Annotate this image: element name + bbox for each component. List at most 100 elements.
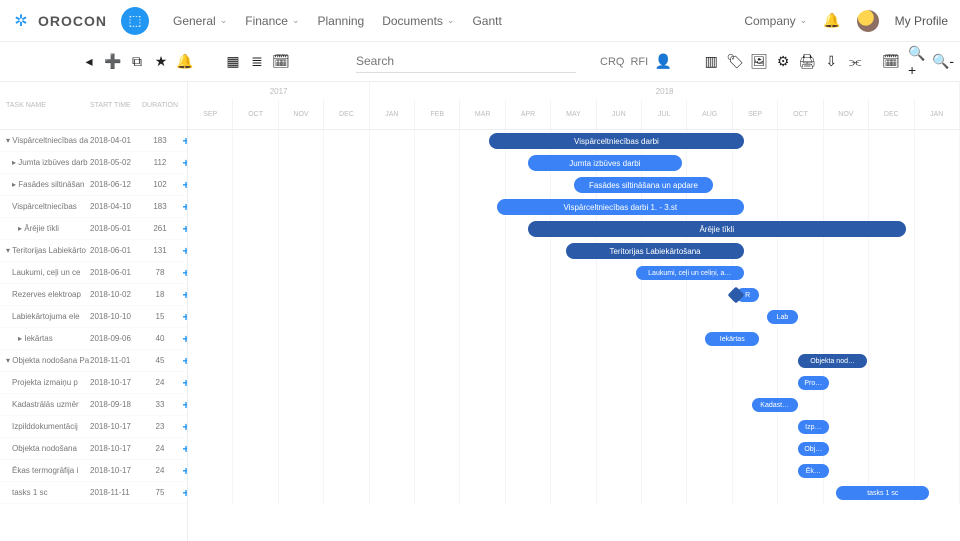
- nav-general[interactable]: General⌄: [173, 14, 227, 28]
- gantt-bar[interactable]: tasks 1 sc: [836, 486, 929, 500]
- add-task-button[interactable]: +: [178, 222, 188, 236]
- zoom-in-icon[interactable]: 🔍+: [908, 53, 926, 71]
- gantt-bar[interactable]: Objekta nod…: [798, 354, 867, 368]
- add-task-button[interactable]: +: [178, 288, 188, 302]
- chevron-down-icon: ⌄: [447, 15, 455, 26]
- task-row[interactable]: Rezerves elektroap2018-10-0218+: [0, 284, 187, 306]
- add-task-button[interactable]: +: [178, 464, 188, 478]
- task-row[interactable]: ▾ Objekta nodošana Pa2018-11-0145+: [0, 350, 187, 372]
- task-start: 2018-10-17: [90, 378, 142, 387]
- gantt-bar[interactable]: Izp…: [798, 420, 829, 434]
- crq-label[interactable]: CRQ: [600, 56, 624, 68]
- gantt-bar[interactable]: Teritorijas Labiekārtošana: [566, 243, 744, 259]
- task-name: Rezerves elektroap: [6, 290, 90, 299]
- star-icon[interactable]: ★: [152, 53, 170, 71]
- add-task-button[interactable]: +: [178, 486, 188, 500]
- task-name: Projekta izmaiņu p: [6, 378, 90, 387]
- gantt-bar[interactable]: Jumta izbūves darbi: [528, 155, 682, 171]
- gantt-bar[interactable]: Pro…: [798, 376, 829, 390]
- task-row[interactable]: ▸ Iekārtas2018-09-0640+: [0, 328, 187, 350]
- gantt-header: 20172018 SEPOCTNOVDECJANFEBMARAPRMAYJUNJ…: [188, 82, 960, 130]
- gantt-bar[interactable]: Ārējie tīkli: [528, 221, 906, 237]
- nav-left-icon[interactable]: ◂: [80, 53, 98, 71]
- task-row[interactable]: ▾ Teritorijas Labiekārto2018-06-01131+: [0, 240, 187, 262]
- task-start: 2018-10-02: [90, 290, 142, 299]
- gantt-bar[interactable]: Iekārtas: [705, 332, 759, 346]
- add-task-button[interactable]: +: [178, 178, 188, 192]
- add-task-button[interactable]: +: [178, 134, 188, 148]
- add-task-button[interactable]: +: [178, 376, 188, 390]
- brand[interactable]: ✲ OROCON ⬚: [12, 7, 149, 35]
- print-icon[interactable]: 🖨: [798, 53, 816, 71]
- task-name: tasks 1 sc: [6, 488, 90, 497]
- gantt-bar[interactable]: Laukumi, ceļi un celiņi, a…: [636, 266, 744, 280]
- add-task-button[interactable]: +: [178, 156, 188, 170]
- gantt-bar[interactable]: Kadast…: [752, 398, 798, 412]
- add-task-button[interactable]: +: [178, 420, 188, 434]
- task-duration: 15: [142, 312, 178, 321]
- task-row[interactable]: ▸ Ārējie tīkli2018-05-01261+: [0, 218, 187, 240]
- task-row[interactable]: Labiekārtojuma ele2018-10-1015+: [0, 306, 187, 328]
- rfi-label[interactable]: RFI: [630, 56, 648, 68]
- gantt-rows: Vispārceltniecības darbi Jumta izbūves da…: [188, 130, 960, 504]
- search-input[interactable]: [356, 50, 576, 73]
- header-right: Company⌄ 🔔 My Profile: [744, 10, 948, 32]
- calendar-icon[interactable]: 🗓: [272, 53, 290, 71]
- company-menu[interactable]: Company⌄: [744, 14, 807, 28]
- add-task-button[interactable]: +: [178, 442, 188, 456]
- nav-planning[interactable]: Planning: [318, 14, 365, 28]
- add-task-button[interactable]: +: [178, 266, 188, 280]
- add-task-button[interactable]: +: [178, 354, 188, 368]
- gear-icon[interactable]: ⚙: [774, 53, 792, 71]
- gantt-bar[interactable]: Vispārceltniecības darbi: [489, 133, 744, 149]
- gantt-bar[interactable]: Fasādes siltināšana un apdare: [574, 177, 713, 193]
- add-task-button[interactable]: +: [178, 200, 188, 214]
- add-task-button[interactable]: +: [178, 310, 188, 324]
- task-row[interactable]: ▸ Fasādes siltināšan2018-06-12102+: [0, 174, 187, 196]
- task-duration: 183: [142, 136, 178, 145]
- task-row[interactable]: Objekta nodošana2018-10-1724+: [0, 438, 187, 460]
- add-task-button[interactable]: +: [178, 244, 188, 258]
- task-row[interactable]: Kadastrālās uzmēr2018-09-1833+: [0, 394, 187, 416]
- bell-icon[interactable]: 🔔: [823, 12, 840, 29]
- copy-icon[interactable]: ⧉: [128, 53, 146, 71]
- zoom-out-icon[interactable]: 🔍-: [934, 53, 952, 71]
- add-circle-icon[interactable]: ➕: [104, 53, 122, 71]
- app-header: ✲ OROCON ⬚ General⌄ Finance⌄ Planning Do…: [0, 0, 960, 42]
- grid-view-icon[interactable]: ▦: [224, 53, 242, 71]
- person-icon[interactable]: 👤: [654, 53, 672, 71]
- gantt-bar[interactable]: Vispārceltniecības darbi 1. - 3.st: [497, 199, 744, 215]
- task-row[interactable]: Vispārceltniecības2018-04-10183+: [0, 196, 187, 218]
- gantt-bar[interactable]: Lab: [767, 310, 798, 324]
- image-icon[interactable]: 🖼: [750, 53, 768, 71]
- task-row[interactable]: tasks 1 sc2018-11-1175+: [0, 482, 187, 504]
- task-row[interactable]: ▾ Vispārceltniecības da2018-04-01183+: [0, 130, 187, 152]
- task-duration: 261: [142, 224, 178, 233]
- brand-icon: ✲: [12, 12, 30, 30]
- gantt-bar[interactable]: Ēk…: [798, 464, 829, 478]
- download-icon[interactable]: ⇩: [822, 53, 840, 71]
- task-name: Ēkas termogrāfija i: [6, 466, 90, 475]
- list-view-icon[interactable]: ≣: [248, 53, 266, 71]
- task-row[interactable]: ▸ Jumta izbūves darb2018-05-02112+: [0, 152, 187, 174]
- nav-documents[interactable]: Documents⌄: [382, 14, 454, 28]
- nav-gantt[interactable]: Gantt: [472, 14, 501, 28]
- tag-icon[interactable]: 🏷: [726, 53, 744, 71]
- task-duration: 24: [142, 466, 178, 475]
- nav-finance[interactable]: Finance⌄: [245, 14, 299, 28]
- add-task-button[interactable]: +: [178, 332, 188, 346]
- columns-icon[interactable]: ▥: [702, 53, 720, 71]
- add-task-button[interactable]: +: [178, 398, 188, 412]
- col-start-time: START TIME: [90, 102, 142, 109]
- task-row[interactable]: Izpilddokumentācij2018-10-1723+: [0, 416, 187, 438]
- avatar[interactable]: [857, 10, 879, 32]
- task-row[interactable]: Projekta izmaiņu p2018-10-1724+: [0, 372, 187, 394]
- share-icon[interactable]: ⫘: [846, 53, 864, 71]
- bell-icon[interactable]: 🔔: [176, 53, 194, 71]
- task-name: Objekta nodošana: [6, 444, 90, 453]
- profile-link[interactable]: My Profile: [895, 14, 948, 28]
- task-row[interactable]: Ēkas termogrāfija i2018-10-1724+: [0, 460, 187, 482]
- task-row[interactable]: Laukumi, ceļi un ce2018-06-0178+: [0, 262, 187, 284]
- date-range-icon[interactable]: 🗓: [882, 53, 900, 71]
- gantt-bar[interactable]: Obj…: [798, 442, 829, 456]
